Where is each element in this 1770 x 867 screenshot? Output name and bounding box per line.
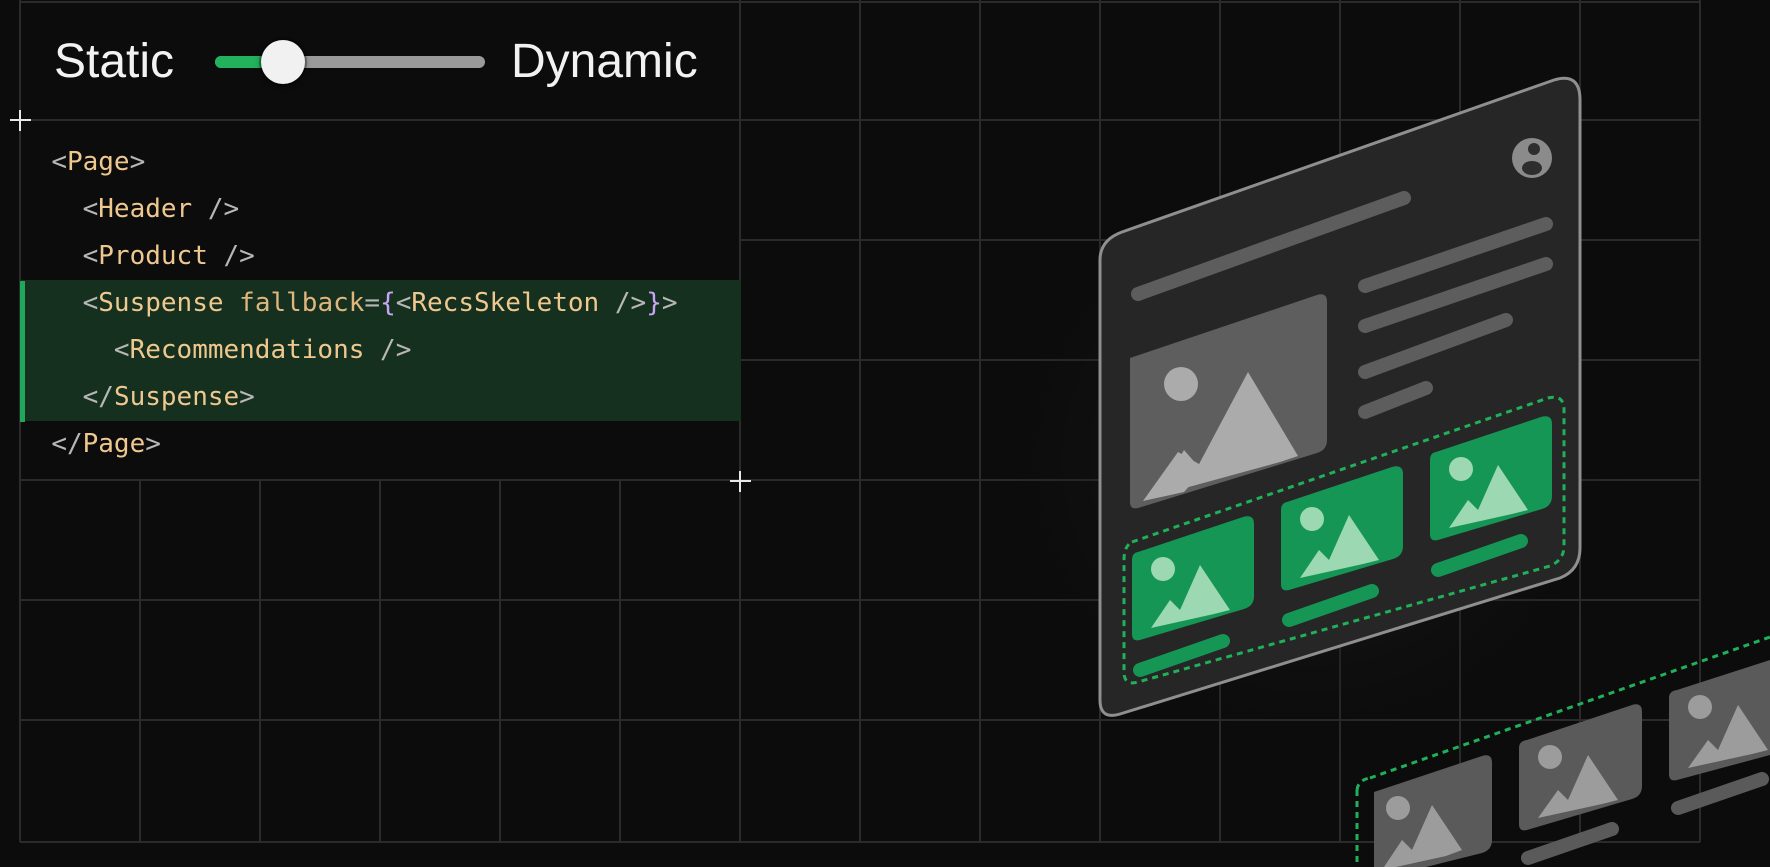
skeleton-card: [1374, 755, 1492, 867]
stage: Static Dynamic <Page> <Header /> <Produc…: [0, 0, 1770, 867]
user-avatar-icon: [1512, 138, 1552, 178]
page-illustration: [990, 76, 1770, 867]
skeleton-card: [1669, 660, 1770, 815]
skeleton-card: [1519, 704, 1642, 865]
